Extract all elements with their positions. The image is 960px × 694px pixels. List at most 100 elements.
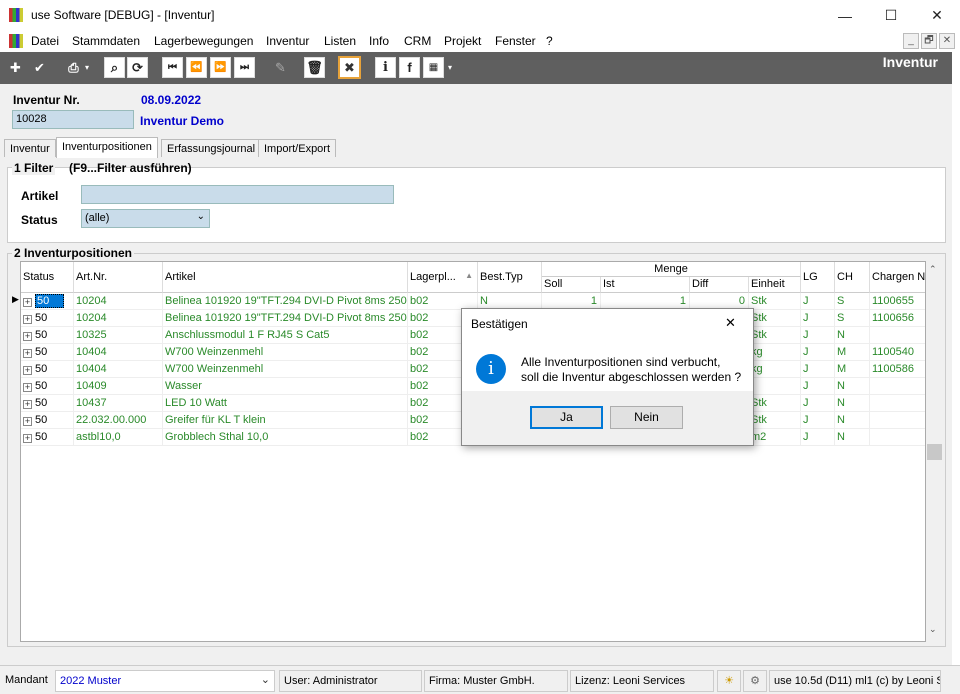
expand-row-icon[interactable]: + [23,383,32,392]
col-lager-header[interactable]: Lagerpl... ▲ [408,262,478,293]
cell-chargen[interactable] [870,378,925,395]
close-button[interactable]: ✕ [914,0,960,31]
cell-chargen[interactable]: 1100655 [870,293,925,310]
menu-datei[interactable]: Datei [31,34,59,48]
cell-artnr[interactable]: 10437 [74,395,163,412]
mdi-close-button[interactable]: ✕ [939,33,955,49]
col-ist-header[interactable]: Ist [601,277,690,293]
cell-status[interactable]: +50 [21,429,74,446]
col-artikel-header[interactable]: Artikel [163,262,408,293]
cell-ch[interactable]: S [835,310,870,327]
col-besttyp-header[interactable]: Best.Typ [478,262,542,293]
cell-einheit[interactable]: Stk [749,310,801,327]
menu-stammdaten[interactable]: Stammdaten [72,34,140,48]
cell-artikel[interactable]: Greifer für KL T klein [163,412,408,429]
cell-einheit[interactable]: Stk [749,327,801,344]
info-icon[interactable]: i [375,57,396,78]
expand-row-icon[interactable]: + [23,400,32,409]
cell-lg[interactable]: J [801,429,835,446]
cell-status[interactable]: +50 [21,310,74,327]
dialog-close-button[interactable]: ✕ [725,315,736,331]
mandant-select[interactable]: 2022 Muster ⌄ [55,670,275,692]
scroll-down-icon[interactable]: ⌄ [929,624,937,635]
tab-import-export[interactable]: Import/Export [258,139,337,157]
search-icon[interactable]: ⌕ [104,57,125,78]
cell-artnr[interactable]: 10325 [74,327,163,344]
cell-einheit[interactable]: m2 [749,429,801,446]
cell-lg[interactable]: J [801,344,835,361]
sun-icon[interactable]: ☀ [717,670,741,692]
cell-lg[interactable]: J [801,378,835,395]
cancel-icon[interactable]: ✖ [338,56,361,79]
cell-artikel[interactable]: W700 Weinzenmehl [163,344,408,361]
cell-chargen[interactable]: 1100540 [870,344,925,361]
cell-artikel[interactable]: Wasser [163,378,408,395]
cell-artikel[interactable]: Grobblech Sthal 10,0 [163,429,408,446]
next-record-icon[interactable]: ⏩ [210,57,231,78]
cell-artikel[interactable]: W700 Weinzenmehl [163,361,408,378]
cell-lg[interactable]: J [801,293,835,310]
expand-row-icon[interactable]: + [23,434,32,443]
cell-einheit[interactable]: Stk [749,293,801,310]
cell-artnr[interactable]: 10404 [74,344,163,361]
expand-row-icon[interactable]: + [23,366,32,375]
cell-artnr[interactable]: 22.032.00.000 [74,412,163,429]
cell-artnr[interactable]: 10404 [74,361,163,378]
cell-status[interactable]: +50 [21,378,74,395]
menu-lagerbewegungen[interactable]: Lagerbewegungen [154,34,253,48]
cell-ch[interactable]: M [835,361,870,378]
expand-row-icon[interactable]: + [23,417,32,426]
cell-artikel[interactable]: Belinea 101920 19"TFT.294 DVI-D Pivot 8m… [163,310,408,327]
cell-einheit[interactable]: l [749,378,801,395]
cell-status[interactable]: +50 [21,361,74,378]
last-record-icon[interactable]: ⏭ [234,57,255,78]
menu-crm[interactable]: CRM [404,34,431,48]
menu-fenster[interactable]: Fenster [495,34,536,48]
cell-status[interactable]: +50 [21,344,74,361]
no-button[interactable]: Nein [610,406,683,429]
cell-ch[interactable]: N [835,412,870,429]
minimize-button[interactable]: — [822,0,868,31]
cell-status[interactable]: +50 [21,327,74,344]
cell-lg[interactable]: J [801,412,835,429]
cell-artikel[interactable]: LED 10 Watt [163,395,408,412]
tab-inventurpositionen[interactable]: Inventurpositionen [56,137,158,158]
print-dropdown-icon[interactable]: ▾ [82,57,92,78]
refresh-icon[interactable]: ⟳ [127,57,148,78]
grid-vertical-scrollbar[interactable]: ⌃ ⌄ [926,261,943,642]
cell-ch[interactable]: N [835,429,870,446]
maximize-button[interactable]: ☐ [868,0,914,31]
inventur-nr-field[interactable]: 10028 [12,110,134,129]
col-lg-header[interactable]: LG [801,262,835,293]
cell-artnr[interactable]: astbl10,0 [74,429,163,446]
scroll-up-icon[interactable]: ⌃ [929,264,937,275]
cell-lg[interactable]: J [801,310,835,327]
cell-artnr[interactable]: 10204 [74,310,163,327]
network-icon[interactable]: ⚙ [743,670,767,692]
menu-projekt[interactable]: Projekt [444,34,481,48]
cell-artnr[interactable]: 10204 [74,293,163,310]
check-icon[interactable]: ✔ [29,57,50,78]
expand-row-icon[interactable]: + [23,349,32,358]
cell-status[interactable]: +50 [21,293,74,310]
cell-chargen[interactable] [870,412,925,429]
edit-icon[interactable]: ✎ [270,57,291,78]
cell-ch[interactable]: N [835,327,870,344]
tab-erfassungsjournal[interactable]: Erfassungsjournal [161,139,262,157]
add-icon[interactable]: ✚ [5,57,26,78]
previous-record-icon[interactable]: ⏪ [186,57,207,78]
cell-ch[interactable]: N [835,378,870,395]
cell-artikel[interactable]: Anschlussmodul 1 F RJ45 S Cat5 [163,327,408,344]
cell-ch[interactable]: S [835,293,870,310]
cell-artikel[interactable]: Belinea 101920 19"TFT.294 DVI-D Pivot 8m… [163,293,408,310]
yes-button[interactable]: Ja [530,406,603,429]
cell-lg[interactable]: J [801,361,835,378]
expand-row-icon[interactable]: + [23,315,32,324]
status-select[interactable]: (alle) ⌄ [81,209,210,228]
print-icon[interactable]: ⎙ [63,57,84,78]
grid-menu-icon[interactable]: ▦ [423,57,444,78]
cell-chargen[interactable] [870,429,925,446]
cell-ch[interactable]: N [835,395,870,412]
tab-inventur[interactable]: Inventur [4,139,56,157]
menu-inventur[interactable]: Inventur [266,34,309,48]
